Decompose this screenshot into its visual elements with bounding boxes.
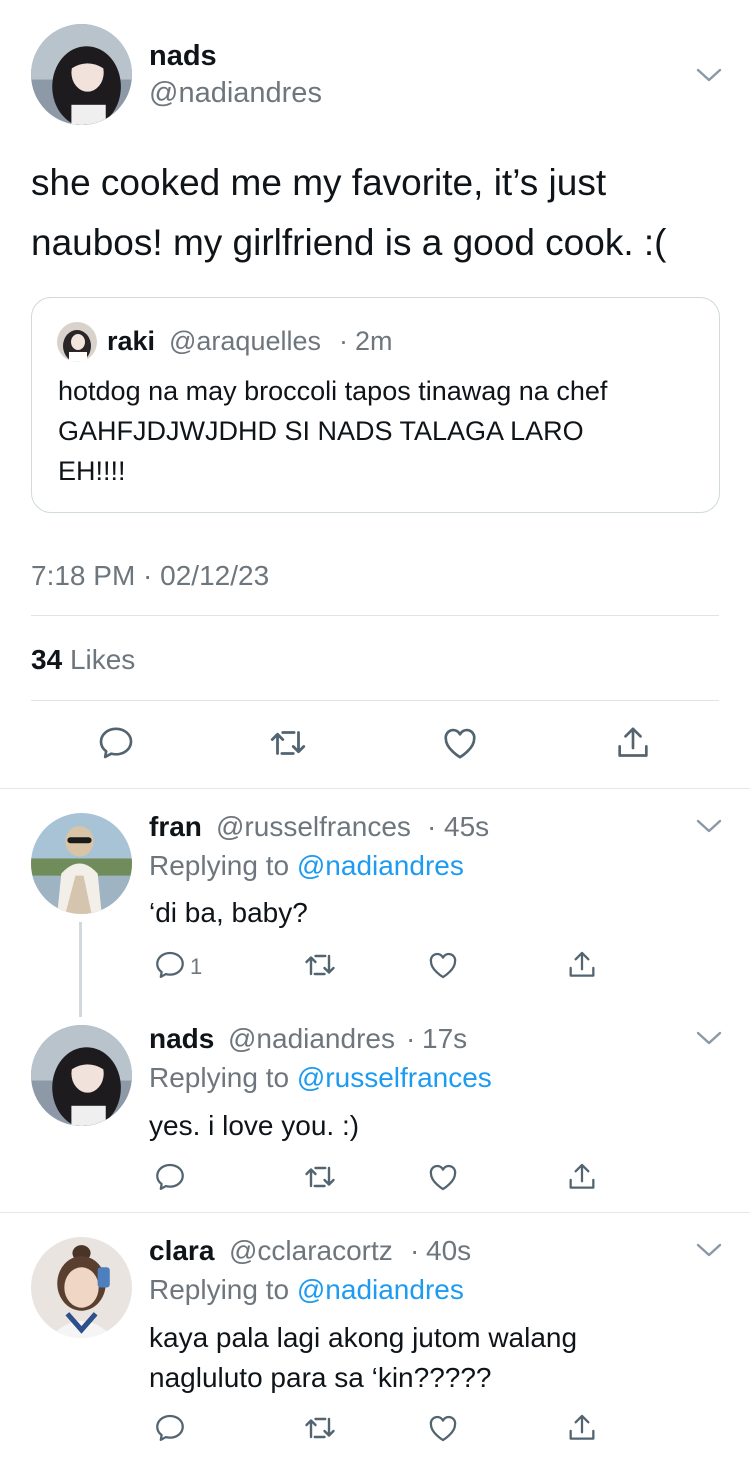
reply-text: ‘di ba, baby? [149, 897, 308, 928]
chevron-down-icon[interactable] [696, 818, 722, 834]
handle[interactable]: @cclaracortz [229, 1235, 393, 1267]
divider [31, 700, 719, 701]
tweet-timestamp: 7:18 PM · 02/12/23 [31, 560, 270, 591]
handle[interactable]: @nadiandres [149, 77, 322, 110]
reply-icon[interactable] [94, 721, 138, 765]
reply-icon[interactable] [148, 943, 192, 987]
share-icon[interactable] [560, 1406, 604, 1450]
likes-label: Likes [69, 644, 136, 675]
display-name[interactable]: nads [149, 1023, 214, 1055]
divider [0, 1212, 750, 1213]
reply-time: 40s [426, 1235, 472, 1266]
likes-count: 34 [31, 644, 63, 675]
reply-icon[interactable] [148, 1155, 192, 1199]
display-name[interactable]: fran [149, 811, 202, 843]
divider [0, 788, 750, 789]
replying-to: Replying to @nadiandres [149, 1274, 464, 1306]
quote-tweet-card[interactable]: raki @araquelles · 2m hotdog na may broc… [31, 297, 720, 513]
share-icon[interactable] [611, 721, 655, 765]
like-icon[interactable] [421, 1406, 465, 1450]
avatar[interactable] [31, 813, 132, 914]
retweet-icon[interactable] [298, 1155, 342, 1199]
chevron-down-icon[interactable] [696, 1242, 722, 1258]
avatar[interactable] [31, 24, 132, 125]
reply-icon[interactable] [148, 1406, 192, 1450]
likes-stat[interactable]: 34 Likes [31, 644, 135, 676]
replying-prefix: Replying to [149, 1062, 290, 1093]
quote-text-line: EH!!!! [58, 456, 126, 486]
replying-handle-link[interactable]: @nadiandres [297, 1274, 464, 1305]
divider [31, 615, 719, 616]
quote-avatar [57, 322, 97, 362]
quote-time: 2m [355, 326, 393, 356]
avatar[interactable] [31, 1237, 132, 1338]
tweet-text-line: naubos! my girlfriend is a good cook. :( [31, 222, 667, 263]
tweet-text-line: she cooked me my favorite, it’s just [31, 162, 607, 203]
reply-time: 45s [444, 811, 490, 842]
reply-time: 17s [422, 1023, 468, 1054]
like-icon[interactable] [438, 721, 482, 765]
replying-handle-link[interactable]: @nadiandres [297, 850, 464, 881]
separator: · [410, 1235, 420, 1266]
reply-count: 1 [190, 954, 203, 979]
chevron-down-icon[interactable] [696, 67, 722, 83]
replying-to: Replying to @russelfrances [149, 1062, 492, 1094]
avatar[interactable] [31, 1025, 132, 1126]
quote-text-line: hotdog na may broccoli tapos tinawag na … [58, 376, 608, 406]
display-name[interactable]: clara [149, 1235, 214, 1267]
quote-separator: · [339, 326, 348, 356]
reply-text: yes. i love you. :) [149, 1110, 360, 1141]
retweet-icon[interactable] [298, 1406, 342, 1450]
handle[interactable]: @nadiandres [228, 1023, 395, 1055]
like-icon[interactable] [421, 943, 465, 987]
display-name[interactable]: nads [149, 40, 217, 73]
reply-text-line: kaya pala lagi akong jutom walang [149, 1322, 578, 1353]
replying-prefix: Replying to [149, 1274, 290, 1305]
replying-prefix: Replying to [149, 850, 290, 881]
replying-handle-link[interactable]: @russelfrances [297, 1062, 492, 1093]
reply-text-line: nagluluto para sa ‘kin????? [149, 1362, 492, 1393]
replying-to: Replying to @nadiandres [149, 850, 464, 882]
like-icon[interactable] [421, 1155, 465, 1199]
quote-handle: @araquelles [169, 326, 321, 356]
share-icon[interactable] [560, 943, 604, 987]
thread-line [79, 922, 82, 1017]
quote-text-line: GAHFJDJWJDHD SI NADS TALAGA LARO [58, 416, 584, 446]
separator: · [406, 1023, 416, 1054]
quote-display-name: raki [107, 326, 156, 356]
share-icon[interactable] [560, 1155, 604, 1199]
retweet-icon[interactable] [266, 721, 310, 765]
chevron-down-icon[interactable] [696, 1030, 722, 1046]
separator: · [427, 811, 437, 842]
retweet-icon[interactable] [298, 943, 342, 987]
handle[interactable]: @russelfrances [216, 811, 411, 843]
